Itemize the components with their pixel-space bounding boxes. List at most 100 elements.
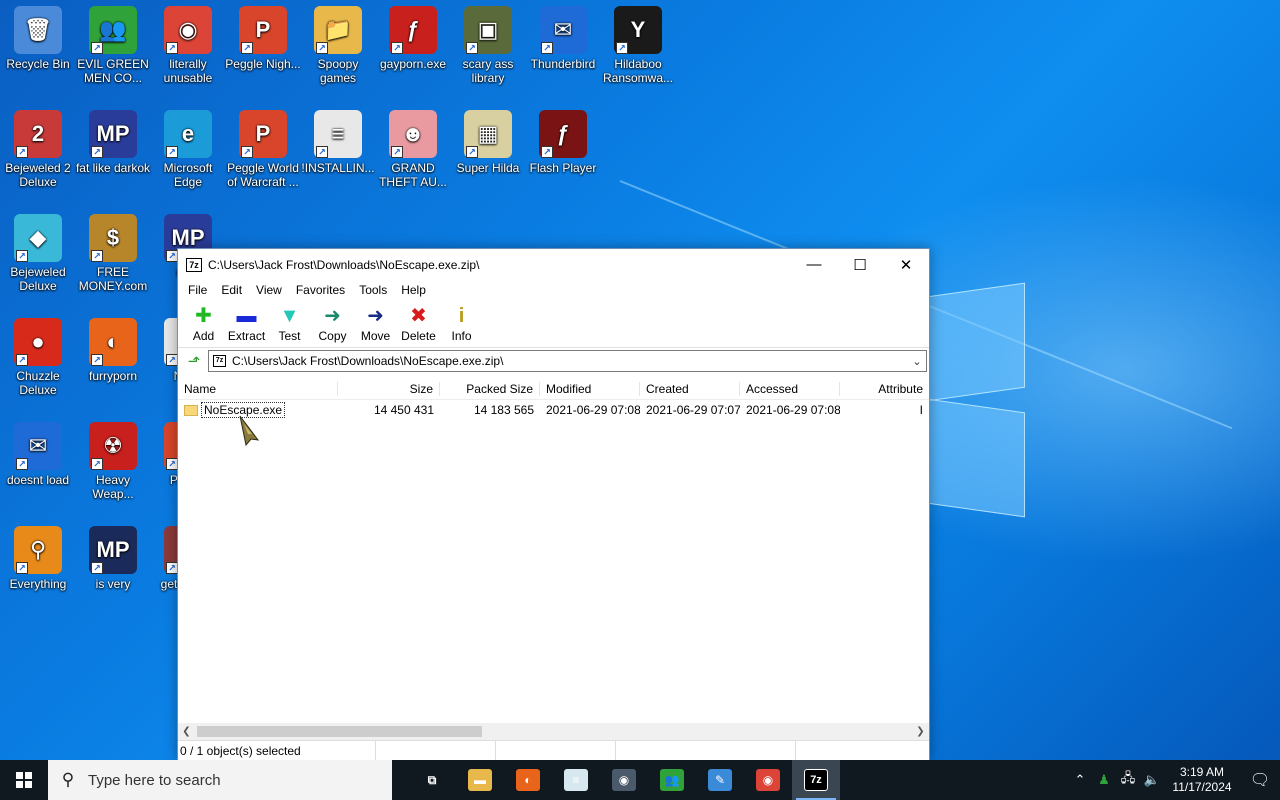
desktop-icon-12[interactable]: P ↗ Peggle World of Warcraft ...: [225, 110, 301, 189]
menu-edit[interactable]: Edit: [214, 283, 249, 297]
desktop-icon-7[interactable]: ✉ ↗ Thunderbird: [525, 6, 601, 71]
desktop-icon-17[interactable]: ◆ ↗ Bejeweled Deluxe: [0, 214, 76, 293]
column-attribute[interactable]: Attribute: [840, 382, 929, 396]
shortcut-arrow-icon: ↗: [91, 146, 103, 158]
info-button[interactable]: i Info: [440, 300, 483, 343]
desktop-icon-0[interactable]: 🗑 Recycle Bin: [0, 6, 76, 71]
delete-button[interactable]: ✖ Delete: [397, 300, 440, 343]
shortcut-arrow-icon: ↗: [16, 250, 28, 262]
test-icon: ▼: [279, 305, 300, 327]
scroll-left-icon[interactable]: ❮: [178, 726, 195, 737]
taskbar-search[interactable]: ⚲ Type here to search: [48, 760, 392, 800]
desktop-icon-27[interactable]: MP ↗ is very: [75, 526, 151, 591]
taskbar-file-explorer[interactable]: ▬: [456, 760, 504, 800]
horizontal-scrollbar[interactable]: ❮ ❯: [178, 723, 929, 740]
address-bar: ⬏ 7z C:\Users\Jack Frost\Downloads\NoEsc…: [178, 348, 929, 374]
desktop-icon-label: Peggle Nigh...: [225, 57, 301, 71]
column-name[interactable]: Name: [178, 381, 338, 396]
toolbar-label: Add: [192, 329, 215, 343]
menu-view[interactable]: View: [249, 283, 289, 297]
desktop-icon-label: furryporn: [88, 369, 138, 383]
7zip-window[interactable]: 7z C:\Users\Jack Frost\Downloads\NoEscap…: [177, 248, 930, 761]
maximize-button[interactable]: ☐: [837, 249, 883, 280]
desktop-icon-13[interactable]: ≡ ↗ !INSTALLIN...: [300, 110, 376, 175]
desktop-icon-14[interactable]: ☻ ↗ GRAND THEFT AU...: [375, 110, 451, 189]
desktop-icon-4[interactable]: 📁 ↗ Spoopy games: [300, 6, 376, 85]
clock[interactable]: 3:19 AM 11/17/2024: [1164, 765, 1240, 795]
volume-icon[interactable]: 🔈: [1140, 772, 1164, 788]
taskbar-firefox[interactable]: ◐: [504, 760, 552, 800]
minimize-button[interactable]: —: [791, 249, 837, 280]
shortcut-arrow-icon: ↗: [241, 146, 253, 158]
file-size: 14 450 431: [373, 403, 434, 417]
title-bar[interactable]: 7z C:\Users\Jack Frost\Downloads\NoEscap…: [178, 249, 929, 280]
scroll-thumb[interactable]: [197, 726, 482, 737]
start-button[interactable]: [0, 760, 48, 800]
menu-file[interactable]: File: [181, 283, 214, 297]
desktop-icon-1[interactable]: 👥 ↗ EVIL GREEN MEN CO...: [75, 6, 151, 85]
add-button[interactable]: ✚ Add: [182, 300, 225, 343]
desktop-icon-label: gayporn.exe: [379, 57, 447, 71]
peggle-icon: P ↗: [239, 6, 287, 54]
desktop-icon-23[interactable]: ✉ ↗ doesnt load: [0, 422, 76, 487]
search-icon: ⚲: [61, 770, 75, 789]
taskbar-notepad[interactable]: ≡: [552, 760, 600, 800]
window-title: C:\Users\Jack Frost\Downloads\NoEscape.e…: [208, 257, 480, 272]
shortcut-arrow-icon: ↗: [466, 42, 478, 54]
extract-button[interactable]: ▬ Extract: [225, 300, 268, 343]
desktop-icon-16[interactable]: ƒ ↗ Flash Player: [525, 110, 601, 175]
desktop-icon-label: scary ass library: [462, 57, 514, 85]
column-created[interactable]: Created: [640, 381, 740, 396]
taskbar-paint[interactable]: ✎: [696, 760, 744, 800]
desktop-icon-3[interactable]: P ↗ Peggle Nigh...: [225, 6, 301, 71]
copy-button[interactable]: ➜ Copy: [311, 300, 354, 343]
up-folder-button[interactable]: ⬏: [180, 352, 208, 370]
column-modified[interactable]: Modified: [540, 381, 640, 396]
desktop-icon-6[interactable]: ▣ ↗ scary ass library: [450, 6, 526, 85]
desktop-icon-10[interactable]: MP ↗ fat like darkok: [75, 110, 151, 175]
menu-help[interactable]: Help: [394, 283, 433, 297]
menu-tools[interactable]: Tools: [352, 283, 394, 297]
move-icon: ➜: [367, 305, 384, 327]
desktop-icon-24[interactable]: ☢ ↗ Heavy Weap...: [75, 422, 151, 501]
taskbar-chrome[interactable]: ◉: [744, 760, 792, 800]
shortcut-arrow-icon: ↗: [241, 42, 253, 54]
desktop-icon-5[interactable]: ƒ ↗ gayporn.exe: [375, 6, 451, 71]
table-row[interactable]: NoEscape.exe 14 450 431 14 183 565 2021-…: [178, 400, 929, 420]
desktop-icon-9[interactable]: 2 ↗ Bejeweled 2 Deluxe: [0, 110, 76, 189]
chevron-down-icon[interactable]: ⌄: [908, 355, 926, 368]
menu-favorites[interactable]: Favorites: [289, 283, 352, 297]
test-button[interactable]: ▼ Test: [268, 300, 311, 343]
desktop-icon-11[interactable]: e ↗ Microsoft Edge: [150, 110, 226, 189]
desktop-icon-18[interactable]: $ ↗ FREE MONEY.com: [75, 214, 151, 293]
taskbar-camera[interactable]: ◉: [600, 760, 648, 800]
show-hidden-icons-icon[interactable]: ⌃: [1068, 772, 1092, 788]
people-tray-icon[interactable]: ♟: [1092, 772, 1116, 788]
desktop-icon-20[interactable]: ● ↗ Chuzzle Deluxe: [0, 318, 76, 397]
column-packed-size[interactable]: Packed Size: [440, 381, 540, 396]
desktop-icon-21[interactable]: ◐ ↗ furryporn: [75, 318, 151, 383]
desktop-icon-2[interactable]: ◉ ↗ literally unusable: [150, 6, 226, 85]
taskbar-task-view[interactable]: ⧉: [408, 760, 456, 800]
column-size[interactable]: Size: [338, 381, 440, 396]
library-icon: ▣ ↗: [464, 6, 512, 54]
shortcut-arrow-icon: ↗: [541, 146, 553, 158]
scroll-right-icon[interactable]: ❯: [912, 726, 929, 737]
bejeweled-icon: ◆ ↗: [14, 214, 62, 262]
taskbar-7zip[interactable]: 7z: [792, 760, 840, 800]
close-button[interactable]: ✕: [883, 249, 929, 280]
move-button[interactable]: ➜ Move: [354, 300, 397, 343]
column-accessed[interactable]: Accessed: [740, 381, 840, 396]
toolbar: ✚ Add ▬ Extract ▼ Test ➜ Copy ➜ Move ✖ Delete i Info: [178, 300, 929, 348]
status-text: 0 / 1 object(s) selected: [180, 741, 376, 760]
scroll-track[interactable]: [195, 723, 912, 740]
address-input[interactable]: 7z C:\Users\Jack Frost\Downloads\NoEscap…: [208, 350, 927, 372]
taskbar-people[interactable]: 👥: [648, 760, 696, 800]
network-icon[interactable]: 🖧: [1116, 769, 1140, 791]
desktop-icon-15[interactable]: ▦ ↗ Super Hilda: [450, 110, 526, 175]
copy-icon: ➜: [324, 305, 341, 327]
desktop-icon-8[interactable]: Y ↗ Hildaboo Ransomwa...: [600, 6, 676, 85]
desktop-icon-26[interactable]: ⚲ ↗ Everything: [0, 526, 76, 591]
notification-icon[interactable]: 🗨: [1240, 770, 1280, 790]
desktop-icon-label: doesnt load: [6, 473, 70, 487]
